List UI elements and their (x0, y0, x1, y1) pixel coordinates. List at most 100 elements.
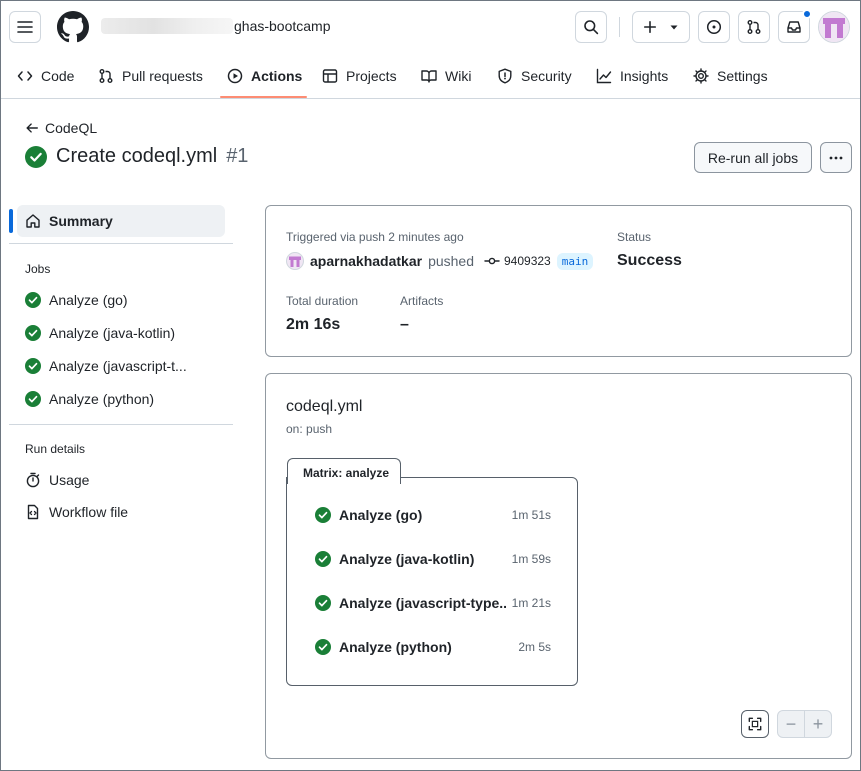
graph-icon (596, 68, 612, 83)
tab-insights-label: Insights (620, 67, 669, 84)
gear-icon (693, 67, 709, 84)
sidebar-usage-label: Usage (49, 472, 90, 488)
pull-requests-button[interactable] (738, 11, 770, 43)
tab-security[interactable]: Security (497, 53, 572, 98)
check-circle-fill-icon (25, 325, 41, 341)
graph-job-node[interactable]: Analyze (javascript-type... 1m 21s (315, 595, 551, 611)
graph-job-duration: 1m 21s (511, 596, 551, 610)
sidebar-item-summary[interactable]: Summary (17, 205, 225, 237)
stopwatch-icon (26, 472, 40, 488)
sidebar-item-workflow-file[interactable]: Workflow file (25, 504, 128, 520)
check-circle-fill-icon (25, 292, 41, 308)
trigger-text: Triggered via push 2 minutes ago (286, 230, 464, 244)
sidebar-divider (9, 243, 233, 244)
repo-name[interactable]: ghas-bootcamp (234, 18, 331, 34)
tab-projects-label: Projects (346, 67, 397, 84)
graph-job-duration: 1m 51s (511, 508, 551, 522)
matrix-label[interactable]: Matrix: analyze (287, 458, 401, 484)
sidebar-job-item[interactable]: Analyze (java-kotlin) (25, 325, 175, 341)
avatar-identicon-icon (819, 12, 849, 42)
triangle-down-icon (670, 25, 678, 30)
tab-projects[interactable]: Projects (322, 53, 397, 98)
sidebar-job-item[interactable]: Analyze (python) (25, 391, 154, 407)
graph-job-node[interactable]: Analyze (go) 1m 51s (315, 507, 551, 523)
issues-button[interactable] (698, 11, 730, 43)
tab-insights[interactable]: Insights (596, 53, 668, 98)
actor-link[interactable]: aparnakhadatkar (310, 253, 422, 269)
check-circle-fill-icon (315, 595, 331, 611)
sidebar-workflow-file-label: Workflow file (49, 504, 129, 520)
active-tab-indicator (220, 96, 307, 98)
git-pull-request-icon (99, 68, 113, 83)
menu-button[interactable] (9, 11, 41, 43)
avatar-small-icon[interactable] (286, 252, 304, 270)
run-summary-card (265, 205, 852, 357)
tab-security-label: Security (521, 67, 572, 84)
inbox-icon (787, 21, 801, 33)
artifacts-label: Artifacts (400, 294, 444, 308)
page-title: Create codeql.yml #1 (25, 145, 248, 168)
push-details: aparnakhadatkar pushed 9409323 main (286, 252, 594, 270)
sidebar-jobs-heading: Jobs (25, 262, 51, 276)
back-link-label: CodeQL (45, 120, 98, 136)
commit-sha[interactable]: 9409323 (504, 254, 551, 268)
graph-job-node[interactable]: Analyze (java-kotlin) 1m 59s (315, 551, 551, 567)
tab-actions[interactable]: Actions (227, 53, 302, 98)
create-new-button[interactable] (632, 11, 690, 43)
tab-pull-requests[interactable]: Pull requests (98, 53, 203, 98)
sidebar-job-label: Analyze (javascript-t... (49, 358, 187, 374)
plus-icon (643, 20, 657, 34)
repo-breadcrumb[interactable]: ghas-bootcamp (101, 18, 331, 34)
book-icon (421, 69, 437, 83)
tab-code-label: Code (41, 67, 75, 84)
status-label: Status (617, 230, 652, 244)
more-options-button[interactable] (820, 142, 852, 173)
branch-badge[interactable]: main (556, 252, 594, 270)
notification-dot (802, 9, 812, 19)
check-circle-fill-icon (25, 145, 47, 168)
tab-wiki-label: Wiki (445, 67, 472, 84)
tab-pull-requests-label: Pull requests (122, 67, 203, 84)
graph-job-node[interactable]: Analyze (python) 2m 5s (315, 639, 551, 655)
sidebar-active-marker (9, 209, 13, 233)
shield-icon (498, 68, 512, 83)
arrow-left-icon (26, 123, 38, 133)
workflow-file-name: codeql.yml (286, 398, 363, 415)
tab-settings-label: Settings (717, 67, 768, 84)
check-circle-fill-icon (315, 639, 331, 655)
rerun-all-jobs-button[interactable]: Re-run all jobs (694, 142, 812, 173)
sidebar-divider (9, 424, 233, 425)
zoom-out-button[interactable]: − (778, 711, 805, 737)
sidebar-job-label: Analyze (go) (49, 292, 128, 308)
home-icon (26, 214, 40, 228)
tab-wiki[interactable]: Wiki (421, 53, 471, 98)
global-header: ghas-bootcamp (1, 1, 860, 53)
tab-settings[interactable]: Settings (693, 53, 768, 98)
sidebar-run-details-heading: Run details (25, 442, 86, 456)
sidebar-job-item[interactable]: Analyze (javascript-t... (25, 358, 187, 374)
workflow-trigger: on: push (286, 422, 333, 436)
sidebar-summary-label: Summary (49, 213, 113, 229)
fit-to-screen-button[interactable] (741, 710, 769, 738)
tab-code[interactable]: Code (17, 53, 74, 98)
zoom-in-button[interactable]: + (805, 711, 831, 737)
graph-job-name: Analyze (java-kotlin) (339, 551, 475, 567)
github-logo-icon[interactable] (57, 11, 89, 43)
run-title: Create codeql.yml (56, 145, 218, 167)
back-to-workflow-link[interactable]: CodeQL (25, 120, 97, 136)
app-window: ghas-bootcamp Code Pull requests Actions… (0, 0, 861, 771)
graph-job-name: Analyze (javascript-type... (339, 595, 506, 611)
hamburger-icon (17, 21, 33, 33)
search-button[interactable] (575, 11, 607, 43)
code-icon (17, 70, 33, 81)
git-commit-icon (484, 257, 500, 265)
avatar[interactable] (818, 11, 850, 43)
sidebar-job-item[interactable]: Analyze (go) (25, 292, 128, 308)
artifacts-value: – (400, 316, 409, 333)
status-value: Success (617, 252, 682, 269)
issue-opened-icon (706, 19, 722, 35)
repo-tabs: Code Pull requests Actions Projects Wiki… (1, 53, 860, 99)
check-circle-fill-icon (315, 551, 331, 567)
sidebar-item-usage[interactable]: Usage (25, 472, 89, 488)
graph-job-name: Analyze (python) (339, 639, 452, 655)
